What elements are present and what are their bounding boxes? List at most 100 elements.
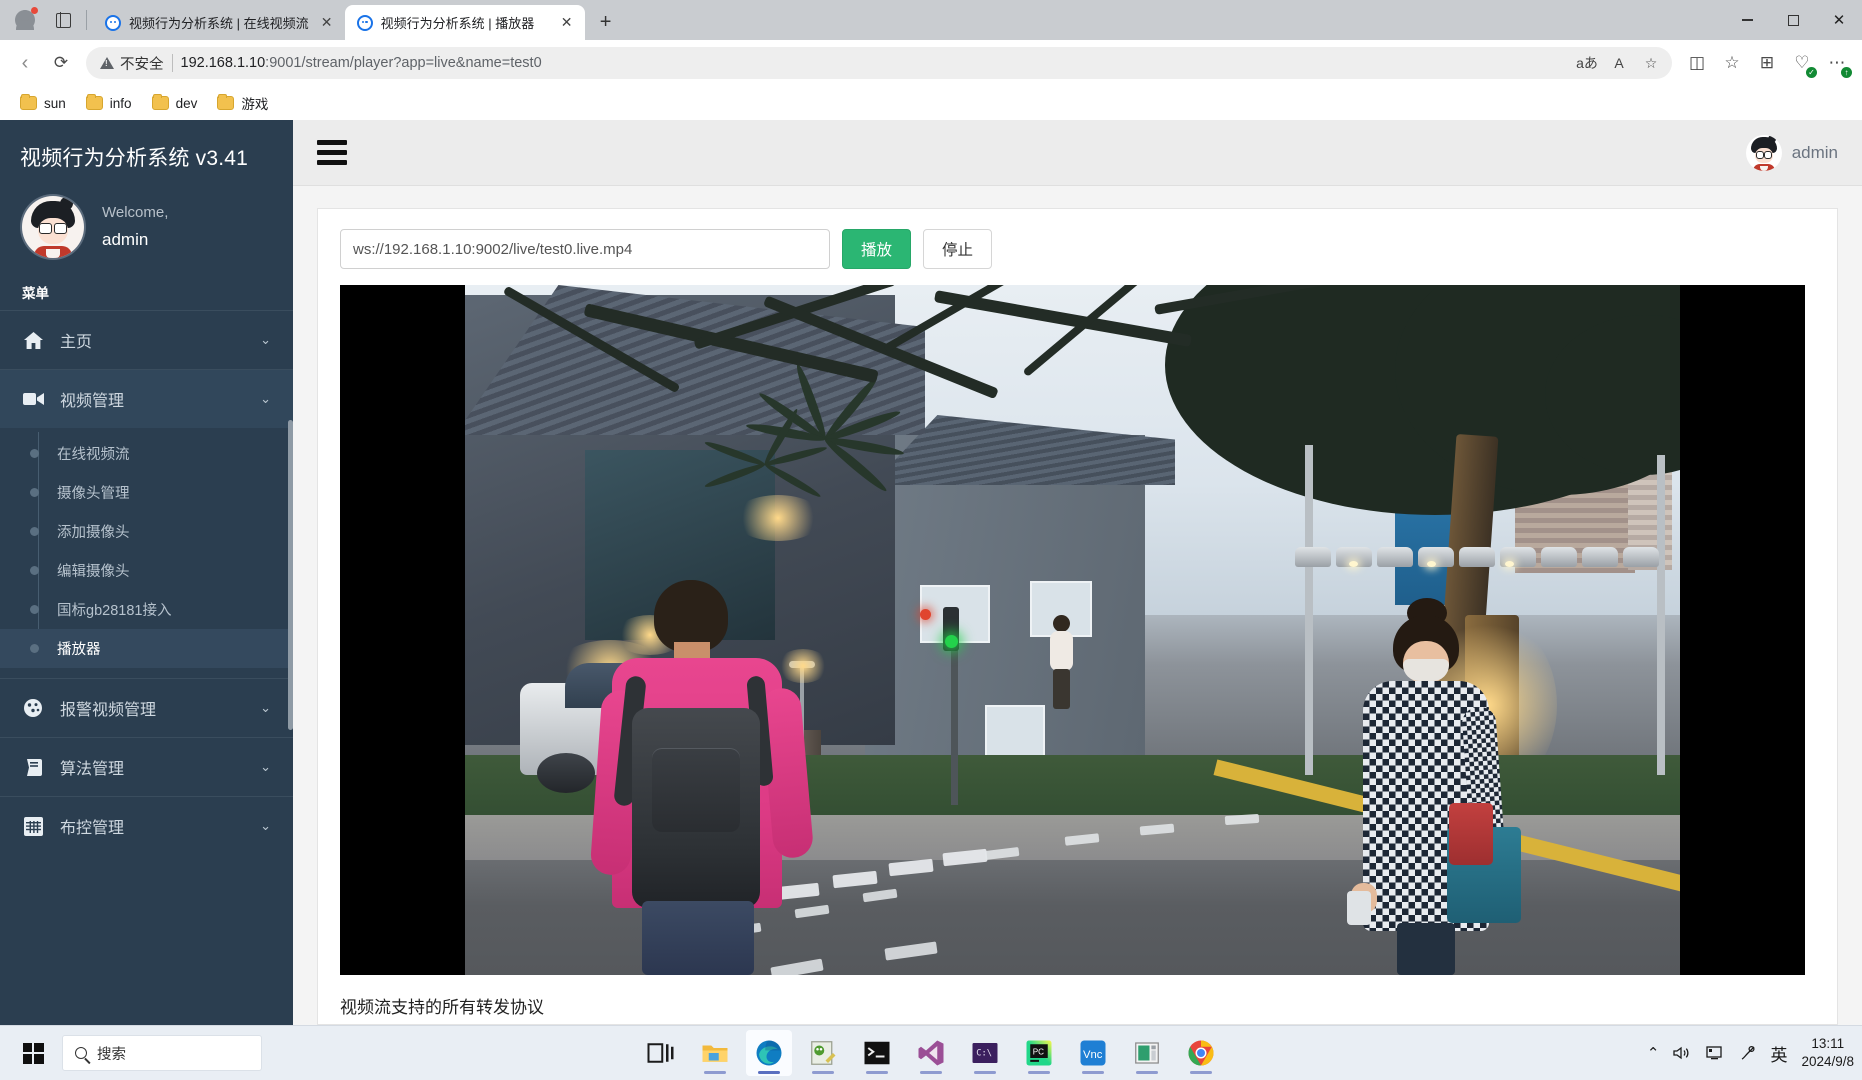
- sidebar-item-alarm-video-management[interactable]: 报警视频管理 ⌄: [0, 678, 293, 737]
- tab-close-icon[interactable]: ✕: [317, 13, 337, 33]
- folder-icon: [85, 94, 103, 110]
- bookmark-label: sun: [44, 95, 66, 111]
- avatar: [1745, 134, 1782, 171]
- bookmark-games[interactable]: 游戏: [209, 90, 276, 116]
- stream-url-input[interactable]: [340, 229, 830, 269]
- sidebar-username: admin: [102, 229, 149, 249]
- volume-icon[interactable]: [1673, 1030, 1692, 1076]
- bullet-icon: [30, 527, 39, 536]
- profile-button[interactable]: [6, 1, 44, 39]
- sidebar-item-label: 布控管理: [60, 820, 125, 837]
- status-check-badge: ✓: [1806, 67, 1817, 78]
- bookmark-info[interactable]: info: [78, 93, 140, 114]
- sidebar-item-home[interactable]: 主页 ⌄: [0, 310, 293, 369]
- collections-icon[interactable]: ⊞: [1750, 46, 1784, 80]
- bookmark-sun[interactable]: sun: [12, 93, 74, 114]
- svg-text:Vnc: Vnc: [1083, 1049, 1103, 1061]
- add-favorite-icon[interactable]: ☆: [1636, 48, 1666, 78]
- grid-icon: [22, 816, 44, 836]
- favorites-icon[interactable]: ☆: [1715, 46, 1749, 80]
- bullet-icon: [30, 566, 39, 575]
- update-badge: ↑: [1841, 67, 1852, 78]
- taskbar-item-app-window[interactable]: [1124, 1030, 1170, 1076]
- taskbar-item-google-chrome[interactable]: [1178, 1030, 1224, 1076]
- browser-tab-1[interactable]: 视频行为分析系统 | 在线视频流 ✕: [93, 5, 345, 40]
- taskbar-item-task-view[interactable]: [638, 1030, 684, 1076]
- sidebar-subitem-player[interactable]: 播放器: [0, 629, 293, 668]
- tab-strip: 视频行为分析系统 | 在线视频流 ✕ 视频行为分析系统 | 播放器 ✕ + ✕: [0, 0, 1862, 40]
- sidebar-subitem-online-stream[interactable]: 在线视频流: [0, 434, 293, 473]
- browser-toolbar: ‹ ⟳ 不安全 192.168.1.10:9001/stream/player?…: [0, 40, 1862, 86]
- pen-icon[interactable]: [1739, 1030, 1756, 1076]
- bookmarks-bar: sun info dev 游戏: [0, 86, 1862, 120]
- security-indicator[interactable]: 不安全: [100, 53, 164, 74]
- ime-language-indicator[interactable]: 英: [1770, 1030, 1787, 1076]
- security-label: 不安全: [120, 56, 164, 73]
- sidebar-subitem-add-camera[interactable]: 添加摄像头: [0, 512, 293, 551]
- settings-and-more-button[interactable]: ⋯ ↑: [1820, 46, 1854, 80]
- hamburger-icon[interactable]: [317, 140, 347, 165]
- omnibox-actions: aあ A ☆: [1572, 48, 1666, 78]
- close-window-button[interactable]: ✕: [1816, 0, 1862, 40]
- taskbar-item-terminal[interactable]: [854, 1030, 900, 1076]
- pycharm-icon: PC: [1026, 1040, 1052, 1066]
- sidebar-subitem-label: 摄像头管理: [57, 486, 130, 502]
- pedestrian-far: [1041, 615, 1081, 745]
- browser-essentials-icon[interactable]: ♡ ✓: [1785, 46, 1819, 80]
- vnc-viewer-icon: Vnc: [1080, 1040, 1106, 1066]
- taskbar-item-pycharm[interactable]: PC: [1016, 1030, 1062, 1076]
- play-button[interactable]: 播放: [842, 229, 912, 269]
- sidebar-item-deployment-management[interactable]: 布控管理 ⌄: [0, 796, 293, 855]
- alarm-icon: [22, 698, 44, 718]
- sidebar-item-video-management[interactable]: 视频管理 ⌄: [0, 369, 293, 428]
- maximize-button[interactable]: [1770, 0, 1816, 40]
- sidebar-subitem-camera-management[interactable]: 摄像头管理: [0, 473, 293, 512]
- url-text: 192.168.1.10:9001/stream/player?app=live…: [181, 55, 542, 71]
- split-screen-icon[interactable]: ◫: [1680, 46, 1714, 80]
- svg-text:C:\: C:\: [976, 1049, 992, 1059]
- topbar-user[interactable]: admin: [1745, 134, 1838, 171]
- tab-close-icon[interactable]: ✕: [557, 13, 577, 33]
- bullet-icon: [30, 644, 39, 653]
- read-aloud-icon[interactable]: A: [1604, 48, 1634, 78]
- bookmark-dev[interactable]: dev: [144, 93, 206, 114]
- page-content: 播放 停止: [293, 186, 1862, 1025]
- avatar: [22, 196, 84, 258]
- taskbar-item-notepad-plus-plus[interactable]: [800, 1030, 846, 1076]
- taskbar-item-vnc-viewer[interactable]: Vnc: [1070, 1030, 1116, 1076]
- sidebar-subitem-edit-camera[interactable]: 编辑摄像头: [0, 551, 293, 590]
- microsoft-edge-icon: [756, 1040, 782, 1066]
- browser-tab-2[interactable]: 视频行为分析系统 | 播放器 ✕: [344, 5, 585, 40]
- taskbar-search-box[interactable]: 搜索: [62, 1035, 262, 1071]
- tabstrip-divider: [86, 10, 87, 30]
- back-button[interactable]: ‹: [8, 46, 42, 80]
- stop-button[interactable]: 停止: [923, 229, 993, 269]
- tab-favicon-icon: [105, 14, 121, 31]
- minimize-button[interactable]: [1724, 0, 1770, 40]
- sidebar-item-label: 报警视频管理: [60, 702, 157, 719]
- taskbar-item-microsoft-edge[interactable]: [746, 1030, 792, 1076]
- start-button[interactable]: [10, 1030, 56, 1076]
- taskbar-clock[interactable]: 13:11 2024/9/8: [1801, 1035, 1854, 1071]
- tab-actions-button[interactable]: [44, 1, 82, 39]
- sidebar-subitem-label: 在线视频流: [57, 447, 130, 463]
- address-bar[interactable]: 不安全 192.168.1.10:9001/stream/player?app=…: [86, 47, 1672, 79]
- sidebar-subitem-gb28181[interactable]: 国标gb28181接入: [0, 590, 293, 629]
- reload-button[interactable]: ⟳: [44, 46, 78, 80]
- video-player[interactable]: [340, 285, 1805, 975]
- video-management-submenu: 在线视频流 摄像头管理 添加摄像头 编辑摄像头 国标gb28181接入 播放器: [0, 428, 293, 678]
- url-path: :9001/stream/player?app=live&name=test0: [265, 55, 542, 71]
- chevron-down-icon: ⌄: [260, 759, 271, 774]
- taskbar-item-command-prompt[interactable]: C:\: [962, 1030, 1008, 1076]
- sidebar-scrollbar[interactable]: [288, 420, 293, 730]
- translate-icon[interactable]: aあ: [1572, 48, 1602, 78]
- sidebar-subitem-label: 编辑摄像头: [57, 564, 130, 580]
- show-hidden-icons-button[interactable]: ⌃: [1647, 1030, 1660, 1076]
- taskbar-item-file-explorer[interactable]: [692, 1030, 738, 1076]
- new-tab-button[interactable]: +: [591, 7, 621, 37]
- network-icon[interactable]: [1706, 1030, 1725, 1076]
- sidebar-item-algorithm-management[interactable]: 算法管理 ⌄: [0, 737, 293, 796]
- book-icon: [22, 758, 44, 776]
- taskbar-item-visual-studio[interactable]: [908, 1030, 954, 1076]
- windows-logo-icon: [22, 1042, 44, 1064]
